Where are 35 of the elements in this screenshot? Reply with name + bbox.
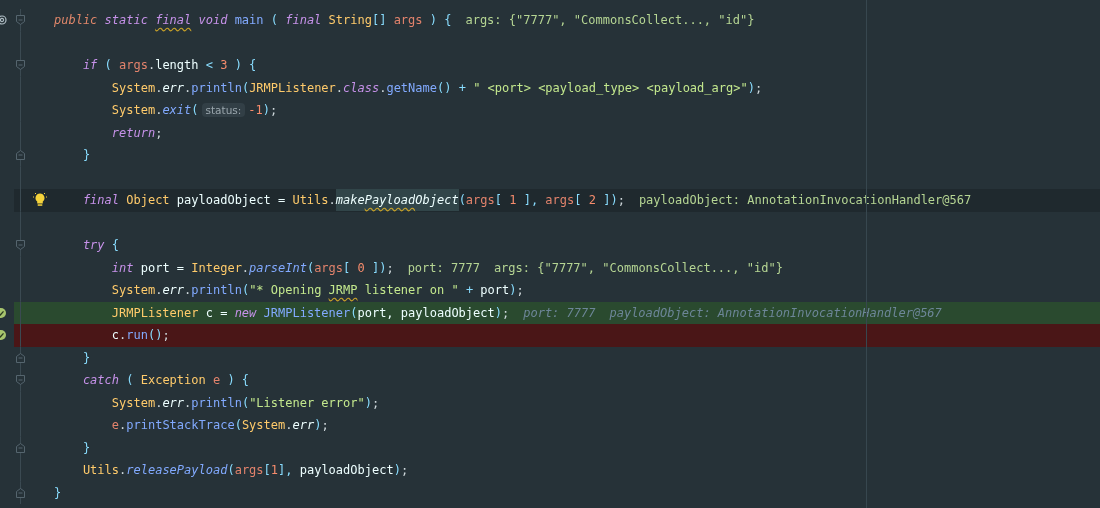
code-text: System.exit(	[110, 103, 199, 118]
parameter-hint: status:	[201, 103, 246, 118]
inlay-hint: args: {"7777", "CommonsCollect..., "id"}	[493, 260, 783, 275]
code-text: return;	[110, 125, 163, 140]
fold-end-icon[interactable]	[15, 487, 25, 498]
fold-end-icon[interactable]	[15, 442, 25, 453]
inlay-hint: args: {"7777", "CommonsCollect..., "id"}	[465, 13, 755, 28]
code-text: public static final void main ( final String[] args ) {	[54, 13, 452, 28]
code-text: }	[81, 440, 91, 455]
inlay-hint: port: 7777	[523, 305, 596, 320]
lightbulb-icon[interactable]	[33, 192, 47, 209]
fold-icon[interactable]	[15, 240, 25, 251]
inlay-hint: payloadObject: AnnotationInvocationHandler@567	[609, 305, 942, 320]
code-text: int port = Integer.parseInt(args[ 0 ]);	[110, 260, 394, 275]
inlay-hint: port: 7777	[407, 260, 480, 275]
code-text: -1);	[248, 103, 278, 118]
code-text: }	[81, 148, 91, 163]
code-text: JRMPListener c = new JRMPListener(port, payloadObject);	[110, 305, 510, 320]
code-text: System.err.println(JRMPListener.class.getName() + " <port> <payload_type> <payload_arg>");	[110, 80, 763, 95]
code-text: Utils.releasePayload(args[1], payloadObject);	[81, 463, 409, 478]
code-text: System.err.println("Listener error");	[110, 395, 380, 410]
code-text: }	[54, 485, 62, 500]
code-text: catch ( Exception e ) {	[81, 373, 250, 388]
fold-icon[interactable]	[15, 15, 25, 26]
fold-icon[interactable]	[15, 375, 25, 386]
code-text: e.printStackTrace(System.err);	[110, 418, 329, 433]
code-text: }	[81, 350, 91, 365]
inlay-hint: payloadObject: AnnotationInvocationHandler@567	[638, 193, 972, 208]
fold-icon[interactable]	[15, 60, 25, 71]
fold-end-icon[interactable]	[15, 352, 25, 363]
code-text: try {	[81, 238, 120, 253]
code-text: if ( args.length < 3 ) {	[81, 58, 257, 73]
fold-end-icon[interactable]	[15, 150, 25, 161]
code-text: System.err.println("* Opening JRMP listener on " + port);	[110, 283, 524, 298]
code-text: c.run();	[110, 328, 170, 343]
